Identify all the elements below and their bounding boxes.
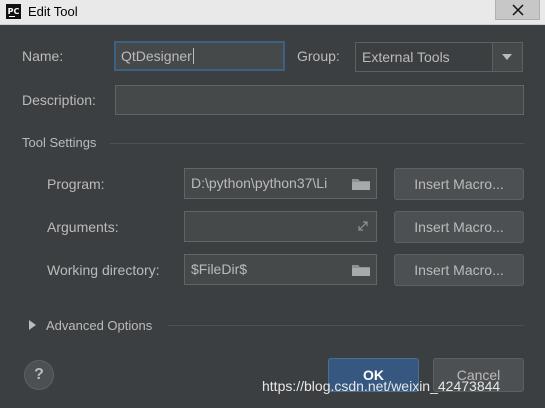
triangle-right-icon[interactable] <box>29 320 37 330</box>
folder-icon[interactable] <box>351 263 371 277</box>
folder-icon[interactable] <box>351 177 371 191</box>
working-directory-insert-macro-button[interactable]: Insert Macro... <box>394 254 524 286</box>
group-select[interactable]: External Tools <box>355 42 523 72</box>
title-bar: PC Edit Tool <box>0 0 545 25</box>
tool-settings-divider <box>110 143 524 144</box>
help-button[interactable]: ? <box>24 360 54 390</box>
advanced-options-divider <box>168 325 524 326</box>
working-directory-input[interactable]: $FileDir$ <box>184 254 377 285</box>
name-input[interactable]: QtDesigner <box>114 41 285 71</box>
text-caret <box>192 48 194 64</box>
arguments-insert-macro-button[interactable]: Insert Macro... <box>394 211 524 243</box>
chevron-down-icon <box>502 54 512 60</box>
group-label: Group: <box>297 48 340 64</box>
tool-settings-title: Tool Settings <box>22 135 97 150</box>
pycharm-app-icon: PC <box>6 4 21 19</box>
description-label: Description: <box>22 92 96 108</box>
window-title: Edit Tool <box>28 4 78 19</box>
working-directory-label: Working directory: <box>47 262 160 278</box>
working-directory-value: $FileDir$ <box>191 261 248 277</box>
group-dropdown-button[interactable] <box>492 43 522 71</box>
program-value: D:\python\python37\Li <box>191 175 328 191</box>
program-insert-macro-button[interactable]: Insert Macro... <box>394 168 524 200</box>
name-value: QtDesigner <box>121 48 192 64</box>
edit-tool-dialog: PC Edit Tool Name: QtDesigner Group: Ext… <box>0 0 545 408</box>
arguments-label: Arguments: <box>47 219 119 235</box>
close-icon <box>512 4 524 16</box>
program-input[interactable]: D:\python\python37\Li <box>184 168 377 199</box>
name-label: Name: <box>22 48 64 64</box>
watermark-text: https://blog.csdn.net/weixin_42473844 <box>262 378 501 394</box>
program-label: Program: <box>47 176 105 192</box>
close-button[interactable] <box>495 0 540 20</box>
arguments-input[interactable] <box>184 211 377 242</box>
expand-icon[interactable] <box>356 219 370 233</box>
advanced-options-toggle[interactable]: Advanced Options <box>46 318 152 333</box>
group-select-value: External Tools <box>362 49 450 65</box>
description-input[interactable] <box>115 85 524 115</box>
